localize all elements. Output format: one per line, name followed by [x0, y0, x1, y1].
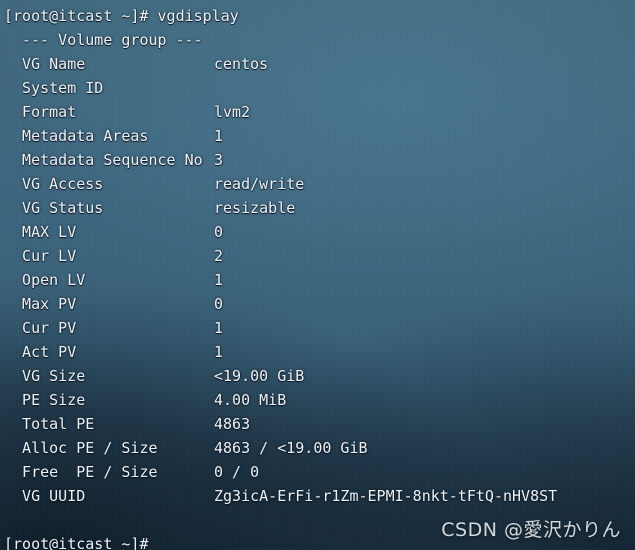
field-label: Act PV: [4, 343, 77, 361]
field-label: PE Size: [4, 391, 86, 409]
field-row-alloc-pe-size: Alloc PE / Size 4863 / <19.00 GiB: [0, 436, 635, 460]
terminal-window[interactable]: [root@itcast ~]# vgdisplay --- Volume gr…: [0, 0, 635, 550]
field-row-vg-access: VG Access read/write: [0, 172, 635, 196]
field-label: VG Name: [4, 55, 86, 73]
field-value: Zg3icA-ErFi-r1Zm-EPMI-8nkt-tFtQ-nHV8ST: [214, 487, 558, 505]
field-row-vg-name: VG Name centos: [0, 52, 635, 76]
field-label: MAX LV: [4, 223, 77, 241]
field-label: Cur LV: [4, 247, 77, 265]
field-value: lvm2: [214, 103, 251, 121]
field-value: 3: [214, 151, 224, 169]
field-row-format: Format lvm2: [0, 100, 635, 124]
field-label: VG Access: [4, 175, 104, 193]
field-value: centos: [214, 55, 269, 73]
field-row-max-lv: MAX LV 0: [0, 220, 635, 244]
field-row-metadata-areas: Metadata Areas 1: [0, 124, 635, 148]
field-label: Alloc PE / Size: [4, 439, 158, 457]
field-label: VG Size: [4, 367, 86, 385]
volume-group-section-header: --- Volume group ---: [4, 31, 203, 49]
field-row-free-pe-size: Free PE / Size 0 / 0: [0, 460, 635, 484]
field-row-total-pe: Total PE 4863: [0, 412, 635, 436]
csdn-watermark: CSDN @愛沢かりん: [441, 519, 621, 541]
field-label: Free PE / Size: [4, 463, 158, 481]
field-value: read/write: [214, 175, 305, 193]
field-value: 1: [214, 271, 224, 289]
field-row-vg-uuid: VG UUID Zg3icA-ErFi-r1Zm-EPMI-8nkt-tFtQ-…: [0, 484, 635, 508]
field-value: <19.00 GiB: [214, 367, 305, 385]
field-row-system-id: System ID: [0, 76, 635, 100]
field-value: resizable: [214, 199, 296, 217]
field-label: Max PV: [4, 295, 77, 313]
field-label: VG UUID: [4, 487, 86, 505]
field-row-cur-pv: Cur PV 1: [0, 316, 635, 340]
field-value: 1: [214, 127, 224, 145]
field-row-open-lv: Open LV 1: [0, 268, 635, 292]
field-label: Metadata Areas: [4, 127, 149, 145]
field-row-vg-status: VG Status resizable: [0, 196, 635, 220]
field-label: Cur PV: [4, 319, 77, 337]
field-value: 4863: [214, 415, 251, 433]
field-label: Open LV: [4, 271, 86, 289]
field-value: 2: [214, 247, 224, 265]
field-label: Total PE: [4, 415, 95, 433]
field-label: VG Status: [4, 199, 104, 217]
field-row-vg-size: VG Size <19.00 GiB: [0, 364, 635, 388]
field-value: 0 / 0: [214, 463, 260, 481]
field-value: 0: [214, 295, 224, 313]
field-label: Metadata Sequence No: [4, 151, 203, 169]
terminal-output: [root@itcast ~]# vgdisplay --- Volume gr…: [0, 4, 635, 550]
command-prompt-line: [root@itcast ~]# vgdisplay: [4, 7, 239, 25]
field-value: 4863 / <19.00 GiB: [214, 439, 368, 457]
field-row-act-pv: Act PV 1: [0, 340, 635, 364]
field-value: 0: [214, 223, 224, 241]
field-value: 4.00 MiB: [214, 391, 287, 409]
field-value: 1: [214, 319, 224, 337]
field-label: System ID: [4, 79, 104, 97]
field-row-cur-lv: Cur LV 2: [0, 244, 635, 268]
field-label: Format: [4, 103, 77, 121]
field-row-metadata-sequence-no: Metadata Sequence No 3: [0, 148, 635, 172]
field-value: 1: [214, 343, 224, 361]
field-row-pe-size: PE Size 4.00 MiB: [0, 388, 635, 412]
field-row-max-pv: Max PV 0: [0, 292, 635, 316]
